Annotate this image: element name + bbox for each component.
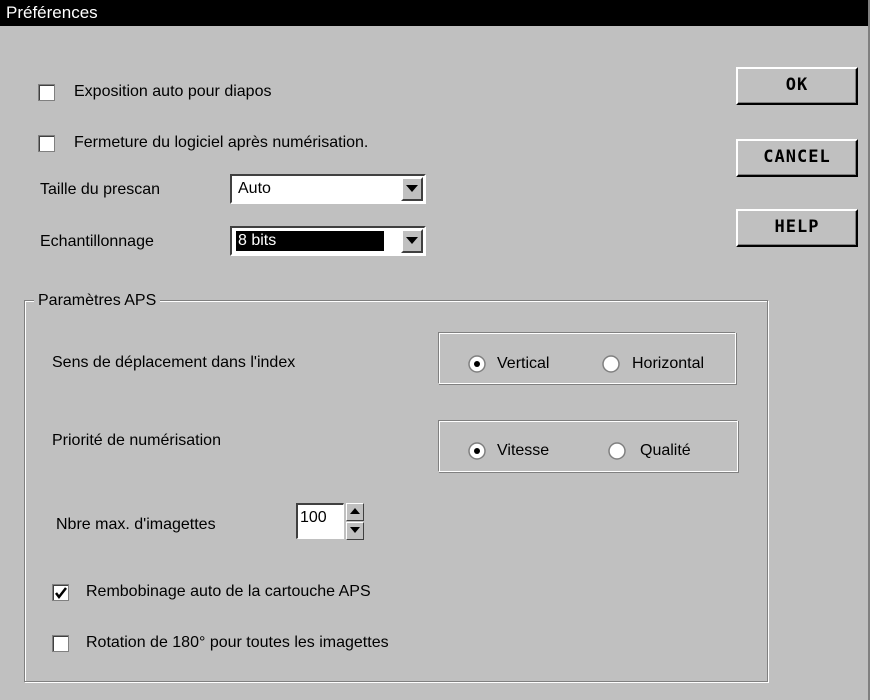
scan-priority-label: Priorité de numérisation [52,432,221,449]
sampling-select[interactable]: 8 bits [230,226,426,256]
auto-rewind-checkbox[interactable] [52,584,69,601]
radio-horizontal[interactable] [602,355,620,373]
sampling-value: 8 bits [235,230,385,252]
sampling-dropdown-button[interactable] [401,229,423,253]
auto-rewind-label: Rembobinage auto de la cartouche APS [86,583,371,600]
prescan-size-label: Taille du prescan [40,181,161,198]
max-thumbnails-input[interactable]: 100 [296,503,344,539]
radio-qualite-label: Qualité [640,442,691,459]
max-thumbnails-label: Nbre max. d'imagettes [56,516,216,533]
ok-button[interactable]: OK [736,67,858,105]
spin-down-button[interactable] [346,522,364,540]
auto-exposure-checkbox[interactable] [38,84,55,101]
prescan-size-value: Auto [238,180,271,197]
auto-exposure-label: Exposition auto pour diapos [74,83,272,100]
checkmark-icon [55,587,67,600]
prescan-size-dropdown-button[interactable] [401,177,423,201]
radio-vitesse-label: Vitesse [497,442,550,459]
radio-dot-icon [474,448,480,454]
radio-vertical-label: Vertical [497,355,550,372]
close-after-scan-label: Fermeture du logiciel après numérisation… [74,134,369,151]
rotate-180-label: Rotation de 180° pour toutes les imagett… [86,634,389,651]
radio-qualite[interactable] [608,442,626,460]
chevron-down-icon [406,237,418,244]
chevron-down-icon [406,185,418,192]
index-direction-label: Sens de déplacement dans l'index [52,354,296,371]
window-title: Préférences [6,3,98,22]
prescan-size-select[interactable]: Auto [230,174,426,204]
title-bar: Préférences [0,0,868,26]
preferences-dialog: Préférences Exposition auto pour diapos … [0,0,870,700]
spin-up-button[interactable] [346,503,364,521]
cancel-button[interactable]: CANCEL [736,139,858,177]
sampling-label: Echantillonnage [40,233,154,250]
radio-dot-icon [474,361,480,367]
radio-horizontal-label: Horizontal [632,355,705,372]
arrow-down-icon [350,527,360,533]
help-button[interactable]: HELP [736,209,858,247]
arrow-up-icon [350,508,360,514]
close-after-scan-checkbox[interactable] [38,135,55,152]
rotate-180-checkbox[interactable] [52,635,69,652]
radio-vitesse[interactable] [468,442,486,460]
radio-vertical[interactable] [468,355,486,373]
aps-group-title: Paramètres APS [34,292,161,310]
